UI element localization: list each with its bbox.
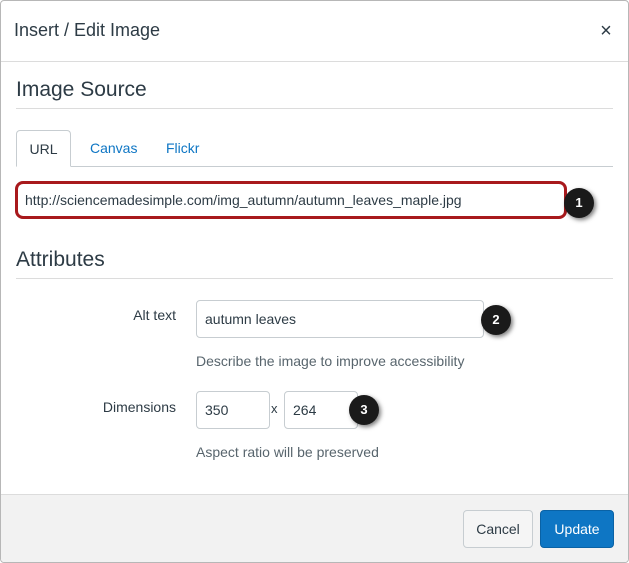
image-source-heading: Image Source <box>16 78 147 101</box>
alt-text-hint: Describe the image to improve accessibil… <box>196 353 465 369</box>
height-input[interactable] <box>284 391 358 429</box>
update-button[interactable]: Update <box>540 510 614 548</box>
url-input[interactable] <box>15 181 567 219</box>
tab-flickr[interactable]: Flickr <box>166 130 199 166</box>
callout-badge: 3 <box>349 395 379 425</box>
dimension-separator: x <box>271 401 278 416</box>
dimensions-hint: Aspect ratio will be preserved <box>196 444 379 460</box>
alt-text-input[interactable] <box>196 300 484 338</box>
callout-badge: 2 <box>481 305 511 335</box>
divider <box>16 108 613 109</box>
cancel-button[interactable]: Cancel <box>463 510 533 548</box>
tab-url[interactable]: URL <box>16 130 71 167</box>
dialog-footer: Cancel Update <box>1 494 628 562</box>
callout-badge: 1 <box>564 188 594 218</box>
insert-edit-image-dialog: Insert / Edit Image × Image Source URL C… <box>0 0 629 563</box>
tab-canvas[interactable]: Canvas <box>90 130 137 166</box>
dialog-title: Insert / Edit Image <box>14 20 161 40</box>
dialog-header: Insert / Edit Image × <box>1 1 628 62</box>
attributes-heading: Attributes <box>16 248 105 271</box>
close-icon[interactable]: × <box>596 21 616 41</box>
dimensions-label: Dimensions <box>102 399 176 415</box>
source-tabs: URL Canvas Flickr <box>16 130 613 167</box>
divider <box>16 278 613 279</box>
alt-text-label: Alt text <box>133 307 176 323</box>
width-input[interactable] <box>196 391 270 429</box>
